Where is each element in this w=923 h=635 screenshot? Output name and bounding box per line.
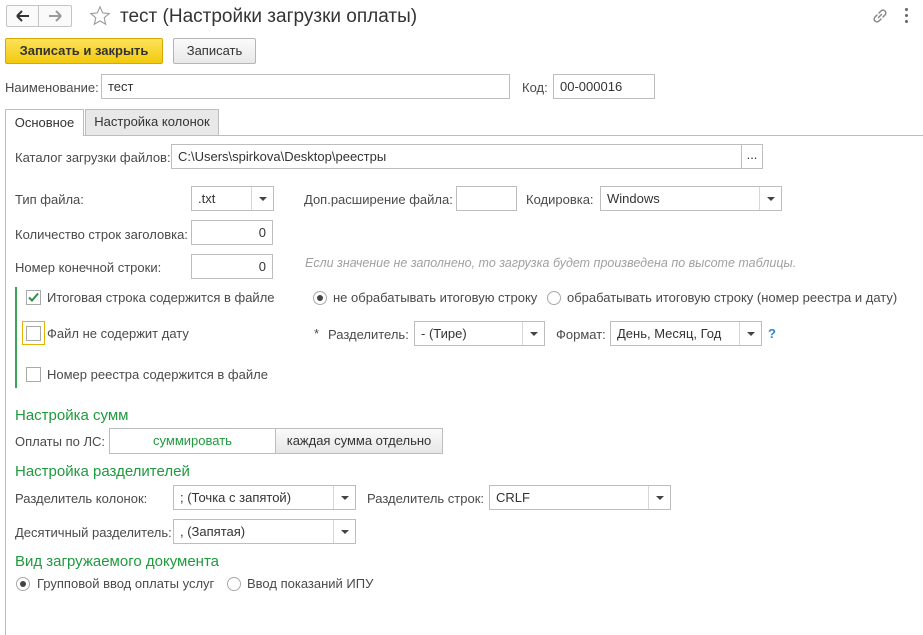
format-value: День, Месяц, Год [617, 326, 722, 341]
arrow-left-icon [15, 10, 29, 22]
help-icon[interactable]: ? [768, 326, 776, 341]
no-date-label: Файл не содержит дату [47, 326, 189, 341]
no-date-checkbox[interactable] [26, 326, 41, 341]
header-rows-label: Количество строк заголовка: [15, 227, 188, 242]
total-row-checkbox[interactable] [26, 290, 41, 305]
sum-mode-toggle[interactable]: суммировать каждая сумма отдельно [109, 428, 443, 454]
more-menu-icon[interactable] [903, 8, 909, 24]
row-sep-value: CRLF [496, 490, 530, 505]
name-field[interactable]: тест [101, 74, 510, 99]
file-type-select[interactable]: .txt [191, 186, 274, 211]
ls-label: Оплаты по ЛС: [15, 434, 106, 449]
radio-total[interactable] [547, 291, 561, 305]
encoding-value: Windows [607, 191, 660, 206]
dec-sep-label: Десятичный разделитель: [15, 525, 172, 540]
dec-sep-value: , (Запятая) [180, 524, 246, 539]
arrow-right-icon [49, 10, 62, 22]
end-row-label: Номер конечной строки: [15, 260, 162, 275]
radio-meter-readings[interactable] [227, 577, 241, 591]
separator-select[interactable]: - (Тире) [414, 321, 545, 346]
encoding-label: Кодировка: [526, 192, 594, 207]
radio-group-payment-label: Групповой ввод оплаты услуг [37, 576, 215, 591]
encoding-select[interactable]: Windows [600, 186, 782, 211]
forward-button[interactable] [39, 5, 72, 27]
chevron-down-icon[interactable] [648, 486, 670, 509]
file-type-label: Тип файла: [15, 192, 84, 207]
radio-no-total[interactable] [313, 291, 327, 305]
chevron-down-icon[interactable] [333, 520, 355, 543]
format-select[interactable]: День, Месяц, Год [610, 321, 762, 346]
radio-meter-readings-label: Ввод показаний ИПУ [247, 576, 374, 591]
window-title: тест (Настройки загрузки оплаты) [120, 6, 418, 27]
separator-value: - (Тире) [421, 326, 467, 341]
favorite-star-icon[interactable] [89, 5, 111, 30]
opt-sum-button[interactable]: суммировать [110, 429, 275, 453]
opt-each-button[interactable]: каждая сумма отдельно [275, 429, 442, 453]
radio-group-payment[interactable] [16, 577, 30, 591]
tab-main-label: Основное [14, 115, 75, 130]
sums-section-title: Настройка сумм [15, 407, 129, 424]
col-sep-value: ; (Точка с запятой) [180, 490, 292, 505]
chevron-down-icon[interactable] [739, 322, 761, 345]
row-sep-select[interactable]: CRLF [489, 485, 671, 510]
link-icon[interactable] [871, 7, 889, 28]
checkmark-icon [28, 292, 39, 302]
format-label: Формат: [556, 327, 606, 342]
tab-columns-label: Настройка колонок [94, 114, 210, 129]
doc-type-section-title: Вид загружаемого документа [15, 553, 220, 570]
chevron-down-icon[interactable] [522, 322, 544, 345]
code-field[interactable]: 00-000016 [553, 74, 655, 99]
dec-sep-select[interactable]: , (Запятая) [173, 519, 356, 544]
registry-no-checkbox[interactable] [26, 367, 41, 382]
save-button[interactable]: Записать [173, 38, 256, 64]
tab-main[interactable]: Основное [5, 109, 84, 136]
catalog-label: Каталог загрузки файлов: [15, 150, 171, 165]
radio-total-label: обрабатывать итоговую строку (номер реес… [567, 290, 898, 305]
chevron-down-icon[interactable] [251, 187, 273, 210]
header-rows-field[interactable]: 0 [191, 220, 273, 245]
radio-no-total-label: не обрабатывать итоговую строку [333, 290, 538, 305]
end-row-field[interactable]: 0 [191, 254, 273, 279]
ext-field[interactable] [456, 186, 517, 211]
name-label: Наименование: [5, 80, 99, 95]
registry-no-label: Номер реестра содержится в файле [47, 367, 268, 382]
col-sep-select[interactable]: ; (Точка с запятой) [173, 485, 356, 510]
end-row-hint: Если значение не заполнено, то загрузка … [305, 256, 797, 270]
tab-columns[interactable]: Настройка колонок [85, 109, 219, 135]
separator-label: Разделитель: [328, 327, 409, 342]
code-label: Код: [522, 80, 548, 95]
save-close-button[interactable]: Записать и закрыть [5, 38, 163, 64]
row-sep-label: Разделитель строк: [367, 491, 485, 506]
separator-required-mark: * [314, 326, 320, 341]
chevron-down-icon[interactable] [759, 187, 781, 210]
total-row-label: Итоговая строка содержится в файле [47, 290, 275, 305]
ext-label: Доп.расширение файла: [304, 192, 453, 207]
catalog-field[interactable]: C:\Users\spirkova\Desktop\реестры [171, 144, 742, 169]
catalog-browse-button[interactable]: ... [741, 144, 763, 169]
back-button[interactable] [6, 5, 39, 27]
group-indicator-bar [15, 287, 17, 388]
col-sep-label: Разделитель колонок: [15, 491, 148, 506]
file-type-value: .txt [198, 191, 216, 206]
chevron-down-icon[interactable] [333, 486, 355, 509]
separators-section-title: Настройка разделителей [15, 463, 190, 480]
